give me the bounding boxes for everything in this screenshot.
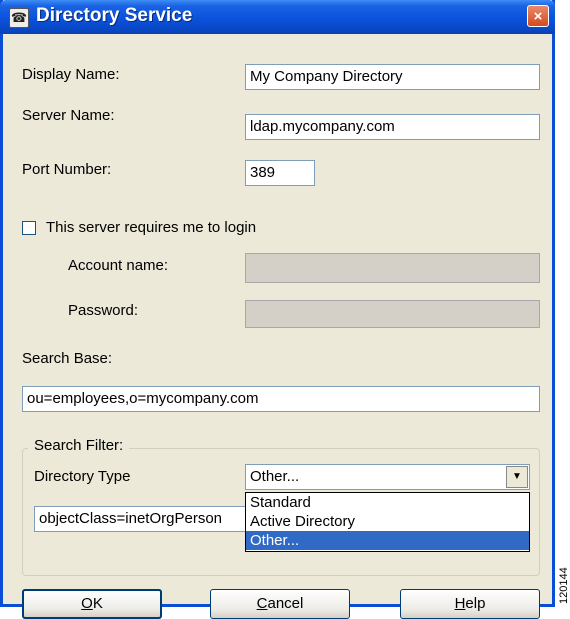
dropdown-option-other[interactable]: Other... [246,531,529,550]
account-name-field[interactable] [245,253,540,283]
help-accel: H [454,595,466,612]
dropdown-option-active-directory[interactable]: Active Directory [246,512,529,531]
password-label: Password: [68,302,139,319]
ok-rest: K [92,595,103,612]
server-name-field[interactable]: ldap.mycompany.com [245,114,540,140]
server-name-label: Server Name: [22,107,115,124]
chevron-down-icon[interactable]: ▼ [506,466,528,488]
dropdown-option-standard[interactable]: Standard [246,493,529,512]
requires-login-label[interactable]: This server requires me to login [46,219,256,236]
help-rest: elp [465,595,486,612]
figure-id: 120144 [558,567,570,604]
ok-accel: O [81,595,93,612]
search-filter-field[interactable]: objectClass=inetOrgPerson [34,506,250,532]
display-name-label: Display Name: [22,66,120,83]
account-name-label: Account name: [68,257,169,274]
search-base-label: Search Base: [22,350,113,367]
directory-type-select[interactable]: Other... ▼ [245,464,530,490]
port-number-field[interactable]: 389 [245,160,315,186]
close-button[interactable]: × [527,5,549,27]
title-bar[interactable]: ☎ Directory Service × [0,0,555,34]
port-number-label: Port Number: [22,161,112,178]
search-filter-legend: Search Filter: [28,437,130,454]
directory-type-label: Directory Type [34,468,131,485]
help-button[interactable]: Help [400,589,540,619]
ok-button[interactable]: OK [22,589,162,619]
password-field[interactable] [245,300,540,328]
directory-type-dropdown: Standard Active Directory Other... [245,492,530,552]
display-name-field[interactable]: My Company Directory [245,64,540,90]
requires-login-checkbox[interactable] [22,221,36,235]
cancel-accel: C [256,595,268,612]
cancel-button[interactable]: Cancel [210,589,350,619]
window-title: Directory Service [36,5,193,26]
directory-type-selected: Other... [250,468,300,485]
cancel-rest: ancel [267,595,304,612]
search-base-field[interactable]: ou=employees,o=mycompany.com [22,386,540,412]
phone-icon: ☎ [9,8,29,28]
